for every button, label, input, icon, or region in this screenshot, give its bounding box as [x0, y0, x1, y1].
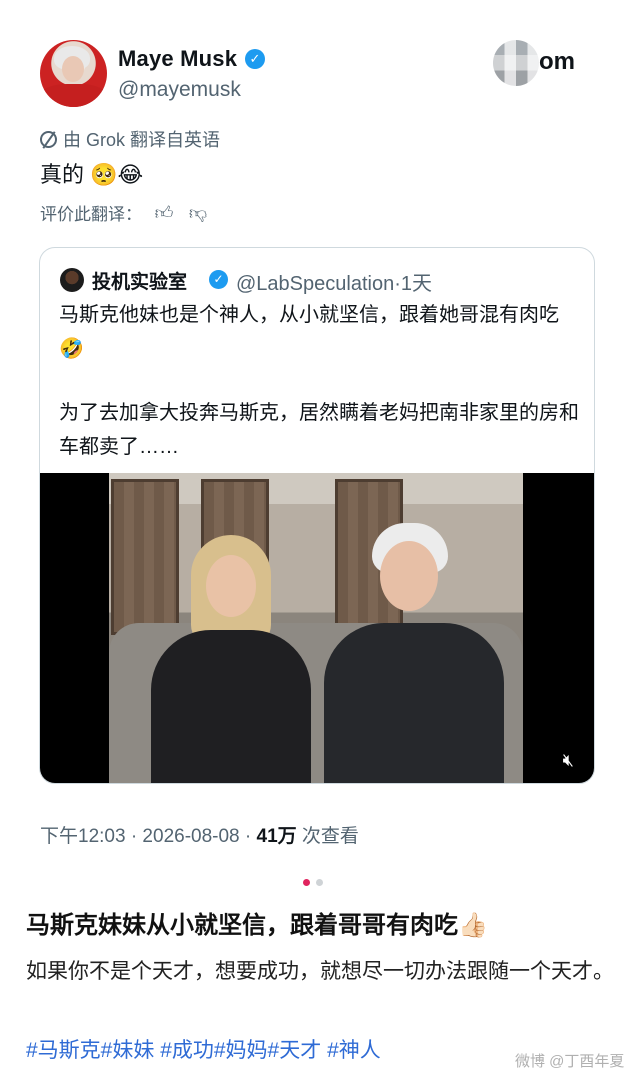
rate-label: 评价此翻译： [40, 205, 142, 224]
translation-note-text: 由 Grok 翻译自英语 [63, 130, 221, 150]
video-frame [109, 473, 523, 783]
verified-icon: ✓ [209, 270, 228, 289]
quote-paragraph-2: 为了去加拿大投奔马斯克，居然瞒着老妈把南非家里的房和车都卖了…… [59, 402, 579, 458]
quote-time: ·1天 [394, 273, 432, 295]
author-avatar[interactable] [40, 40, 107, 107]
caption-title: 马斯克妹妹从小就坚信，跟着哥哥有肉吃👍🏻 [26, 912, 488, 939]
author-name[interactable]: Maye Musk [118, 46, 237, 72]
view-count: 41万 [256, 826, 297, 847]
caption-body: 如果你不是个天才，想要成功，就想尽一切办法跟随一个天才。 [26, 960, 614, 983]
quote-avatar[interactable] [60, 268, 84, 292]
rate-translation: 评价此翻译： 👍︎ 👎︎ [40, 200, 210, 225]
translation-note: 由 Grok 翻译自英语 [40, 126, 220, 152]
brand-suffix: om [539, 48, 575, 75]
quote-author-name[interactable]: 投机实验室 [92, 267, 187, 294]
author-handle[interactable]: @mayemusk [118, 78, 241, 102]
thumbs-up-icon[interactable]: 👍︎ [152, 201, 176, 225]
quote-handle-time: @LabSpeculation·1天 [236, 267, 432, 296]
thumbs-down-icon[interactable]: 👎︎ [186, 201, 210, 225]
post-meta: 下午12:03 · 2026-08-08 · 41万 次查看 [40, 821, 359, 848]
image-pager [303, 879, 323, 886]
quote-handle[interactable]: @LabSpeculation [236, 273, 394, 295]
verified-icon: ✓ [245, 49, 265, 69]
pager-dot[interactable] [316, 879, 323, 886]
translate-icon [40, 130, 57, 148]
view-label: 次查看 [296, 826, 359, 847]
blurred-logo [493, 40, 539, 86]
mute-icon[interactable]: 🔇︎ [563, 750, 574, 771]
pager-dot-active[interactable] [303, 879, 310, 886]
quote-paragraph-1: 马斯克他妹也是个神人，从小就坚信，跟着她哥混有肉吃🤣 [59, 304, 559, 360]
video-player[interactable]: 🔇︎ [40, 473, 594, 783]
watermark: 微博 @丁酉年夏 [515, 1053, 625, 1070]
hashtags[interactable]: #马斯克#妹妹 #成功#妈妈#天才 #神人 [26, 1034, 381, 1064]
post-timestamp: 下午12:03 · 2026-08-08 · [40, 826, 257, 847]
post-text: 真的 🥺😂 [40, 162, 144, 187]
